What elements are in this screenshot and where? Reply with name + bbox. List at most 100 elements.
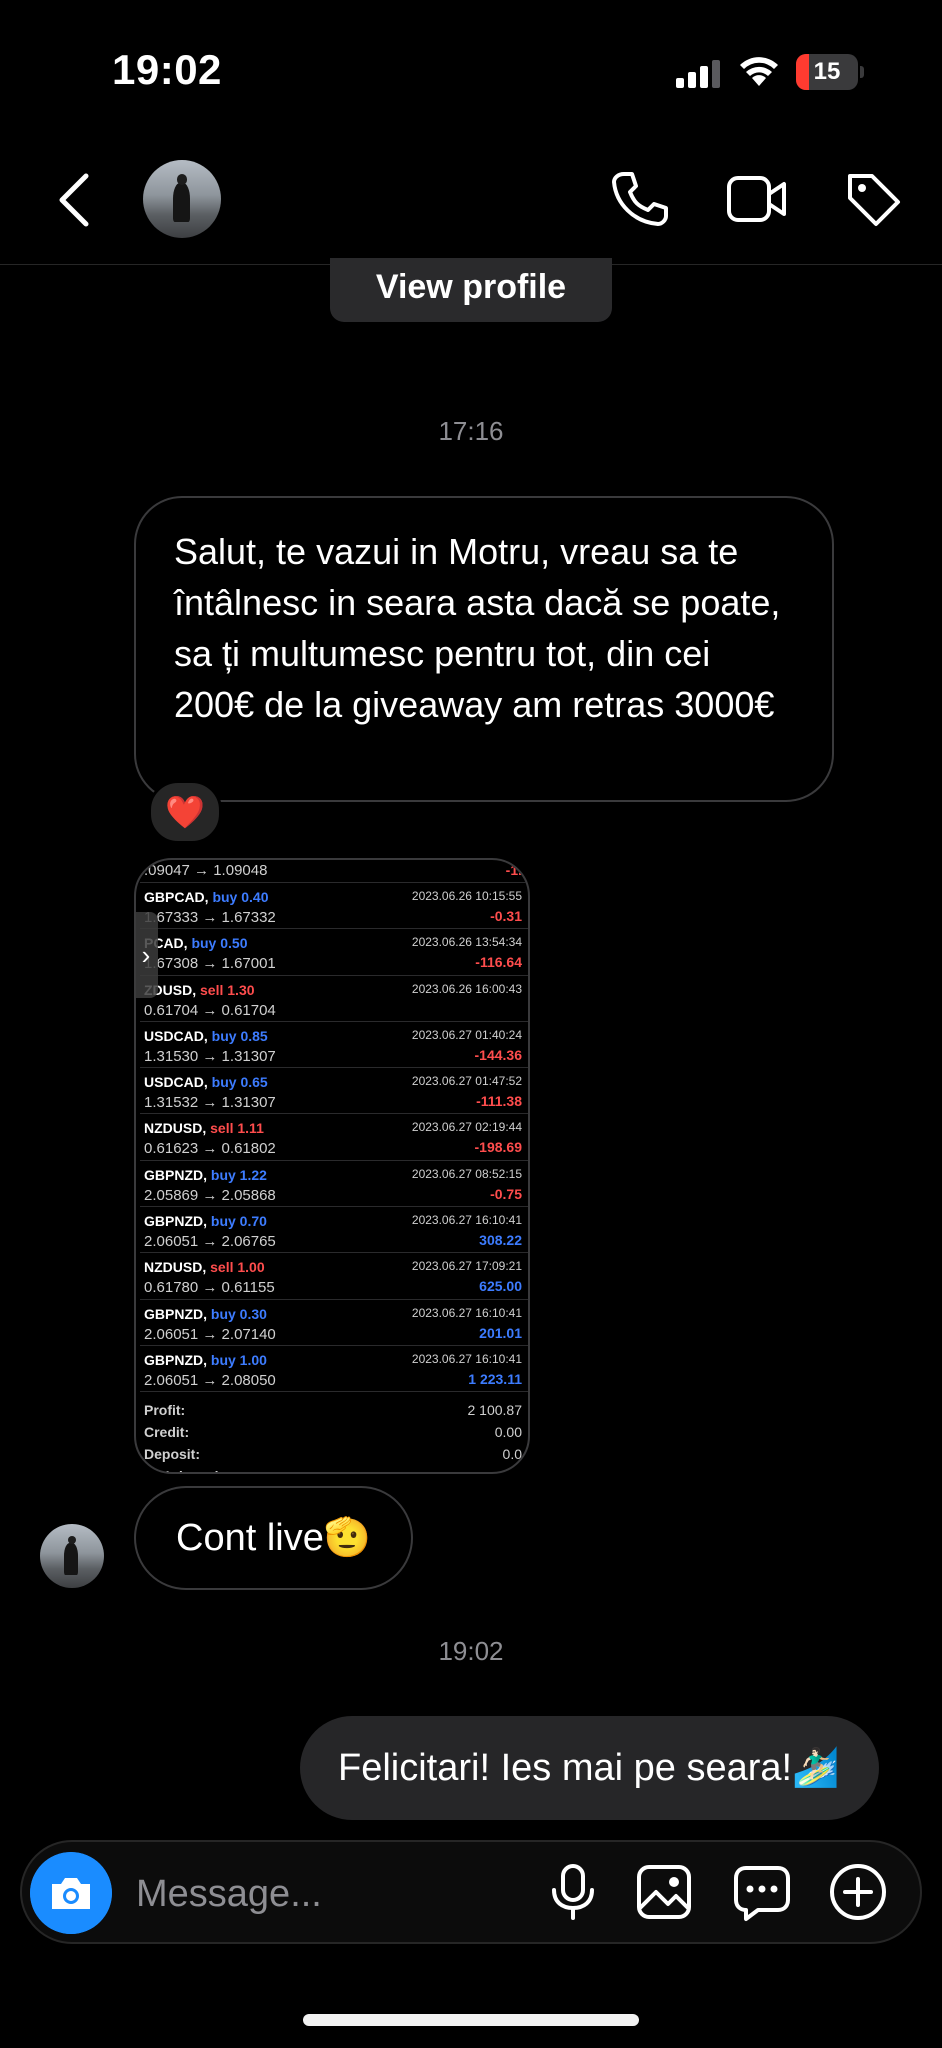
trade-lots: 1.11 [237,1120,264,1137]
trade-side: buy [210,1351,236,1368]
trade-lots: 0.30 [239,1305,267,1322]
trade-symbol-line: PCAD, buy 0.50 [144,935,247,951]
trade-lots: 0.40 [241,889,269,905]
trade-row: USDCAD, buy 0.85 1.31530 → 1.31307 2023.06… [140,1022,528,1069]
trade-profit: 1 223.11 [468,1370,522,1387]
trade-side: buy [210,1305,236,1322]
trade-history-screenshot[interactable]: .09047 → 1.09048 -1. GBPCAD, buy 0.40 1.673… [134,858,530,1474]
trade-symbol: GBPCAD, [144,889,209,905]
trade-row: GBPNZD, buy 0.70 2.06051 → 2.06765 2023.06… [140,1207,528,1254]
trade-prices: 1.67308 → 1.67001 [144,955,276,973]
trade-row: GBPNZD, buy 1.00 2.06051 → 2.08050 2023.06… [140,1346,528,1393]
trade-prices: 2.06051 → 2.07140 [144,1325,276,1343]
trade-side: buy [191,935,217,952]
trade-symbol: GBPNZD, [144,1305,207,1322]
trade-row: ZDUSD, sell 1.30 0.61704 → 0.61704 2023.06… [140,976,528,1022]
phone-call-icon[interactable] [610,170,668,228]
trade-date: 2023.06.26 16:00:43 [411,981,522,996]
trade-lots: 0.65 [240,1074,268,1091]
wifi-icon [740,57,778,86]
chat-bubble-sticker-icon[interactable] [732,1862,792,1922]
trade-date: 2023.06.27 16:10:41 [411,1213,522,1228]
trade-prices: .09047 → 1.09048 [144,862,268,879]
trade-row: .09047 → 1.09048 -1. [140,860,528,883]
trade-symbol: USDCAD, [144,1074,208,1091]
trade-date: 2023.06.27 16:10:41 [411,1351,522,1366]
trade-profit: -116.64 [475,954,522,971]
trade-prices: 0.61780 → 0.61155 [144,1279,275,1297]
contact-avatar[interactable] [143,160,221,238]
trade-symbol-line: GBPNZD, buy 0.30 [144,1306,267,1322]
trade-side: sell [210,1120,234,1137]
trade-date: 2023.06.27 08:52:15 [411,1166,522,1181]
camera-icon[interactable] [30,1852,112,1934]
trade-list: .09047 → 1.09048 -1. GBPCAD, buy 0.40 1.673… [140,860,528,1472]
trade-lots: 0.85 [240,1027,268,1044]
trade-prices: 2.06051 → 2.06765 [144,1233,276,1251]
trade-profit: -111.38 [476,1093,522,1110]
summary-label: Deposit: [144,1446,200,1463]
trade-symbol-line: USDCAD, buy 0.65 [144,1074,268,1090]
trade-lots: 1.00 [237,1259,265,1276]
trade-symbol: GBPNZD, [144,1213,207,1230]
trade-date: 2023.06.27 01:40:24 [411,1027,522,1042]
view-profile-button[interactable]: View profile [330,258,612,322]
trade-symbol-line: GBPNZD, buy 0.70 [144,1213,267,1229]
trade-row: PCAD, buy 0.50 1.67308 → 1.67001 2023.06.2… [140,929,528,976]
incoming-message-bubble[interactable]: Salut, te vazui in Motru, vreau sa te în… [134,496,834,802]
trade-date: 2023.06.27 02:19:44 [411,1120,522,1135]
message-input[interactable] [134,1858,518,1930]
summary-row: Credit: 0.00 [140,1420,528,1442]
trade-side: buy [212,889,238,905]
gallery-icon[interactable] [636,1864,692,1920]
add-plus-icon[interactable] [828,1862,888,1922]
trade-date: 2023.06.27 16:10:41 [411,1305,522,1320]
summary-label: Credit: [144,1424,190,1441]
trade-symbol-line: ZDUSD, sell 1.30 [144,982,255,998]
trade-lots: 1.30 [227,981,255,998]
trade-date: 2023.06.26 13:54:34 [411,935,522,950]
trade-side: sell [210,1259,234,1276]
message-timestamp-2: 19:02 [438,1636,504,1666]
trade-symbol: NZDUSD, [144,1120,207,1137]
trade-side: buy [211,1074,237,1091]
trade-symbol-line: NZDUSD, sell 1.00 [144,1259,265,1275]
video-call-icon[interactable] [726,172,788,226]
back-chevron-icon[interactable] [56,172,92,228]
trade-prices: 2.05869 → 2.05868 [144,1186,276,1204]
trade-lots: 1.22 [239,1166,267,1183]
trade-row: GBPCAD, buy 0.40 1.67333 → 1.67332 2023.06… [140,883,528,930]
trade-symbol: NZDUSD, [144,1259,207,1276]
trade-profit: -1. [505,862,522,878]
trade-row: GBPNZD, buy 1.22 2.05869 → 2.05868 2023.06… [140,1161,528,1208]
trade-profit: 625.00 [479,1278,522,1295]
trade-side: buy [210,1213,236,1230]
status-time: 19:02 [112,46,222,93]
trade-date: 2023.06.27 17:09:21 [411,1259,522,1274]
trade-lots: 0.50 [220,935,248,952]
sender-avatar[interactable] [40,1524,104,1588]
trade-profit: 201.01 [479,1324,522,1341]
summary-value: 0.00 [494,1424,522,1441]
trade-profit: 308.22 [479,1232,522,1249]
incoming-message-bubble-2[interactable]: Cont live🫡 [134,1486,414,1590]
trade-lots: 0.70 [239,1213,267,1230]
summary-value: 0.0 [502,1446,522,1463]
outgoing-message-bubble[interactable]: Felicitari! Ies mai pe seara!🏄🏻‍♂️ [300,1716,880,1820]
trade-summary: Profit: 2 100.87 Credit: 0.00 Deposit: 0.0 Wit… [140,1392,528,1472]
trade-prices: 2.06051 → 2.08050 [144,1371,276,1389]
summary-row: Deposit: 0.0 [140,1442,528,1464]
heart-reaction[interactable]: ❤️ [148,780,222,844]
trade-profit: -0.75 [490,1185,522,1202]
trade-profit: -198.69 [474,1139,522,1156]
battery-icon: 15 [796,54,858,90]
trade-row: USDCAD, buy 0.65 1.31532 → 1.31307 2023.06… [140,1068,528,1115]
trade-symbol: GBPNZD, [144,1166,207,1183]
home-indicator [303,2014,639,2026]
trade-symbol: GBPNZD, [144,1351,207,1368]
trade-date: 2023.06.26 10:15:55 [411,889,522,903]
battery-level: 15 [813,58,841,85]
trade-prices: 1.31532 → 1.31307 [144,1094,276,1112]
microphone-icon[interactable] [548,1864,598,1920]
tag-icon[interactable] [844,170,902,228]
